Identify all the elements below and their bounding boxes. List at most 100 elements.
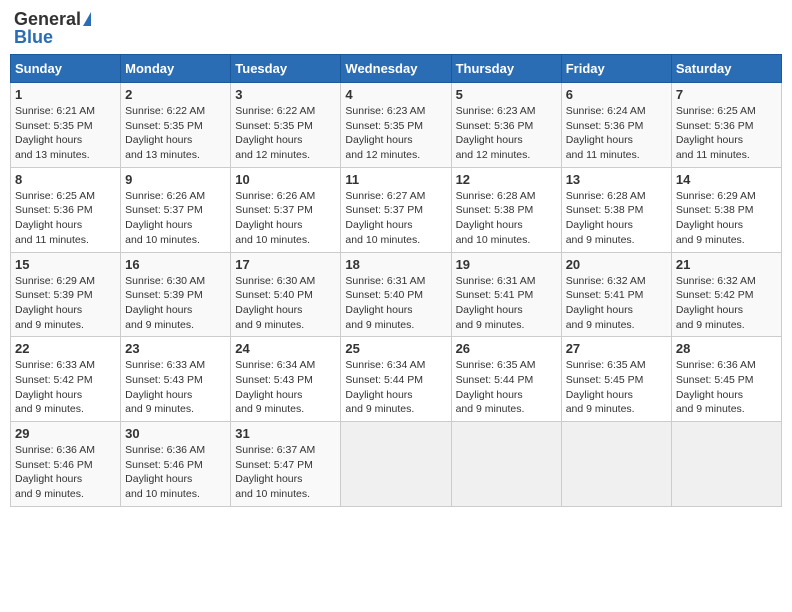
calendar-cell: 19 Sunrise: 6:31 AM Sunset: 5:41 PM Dayl… [451,252,561,337]
calendar-cell: 31 Sunrise: 6:37 AM Sunset: 5:47 PM Dayl… [231,422,341,507]
calendar-cell [341,422,451,507]
calendar-cell: 16 Sunrise: 6:30 AM Sunset: 5:39 PM Dayl… [121,252,231,337]
day-number: 15 [15,257,116,272]
day-number: 6 [566,87,667,102]
calendar-cell: 26 Sunrise: 6:35 AM Sunset: 5:44 PM Dayl… [451,337,561,422]
day-detail: Sunrise: 6:25 AM Sunset: 5:36 PM Dayligh… [676,104,777,163]
day-number: 10 [235,172,336,187]
logo: General Blue [14,10,91,46]
day-number: 25 [345,341,446,356]
day-number: 16 [125,257,226,272]
calendar-cell: 11 Sunrise: 6:27 AM Sunset: 5:37 PM Dayl… [341,167,451,252]
day-number: 8 [15,172,116,187]
weekday-header-saturday: Saturday [671,55,781,83]
day-number: 13 [566,172,667,187]
day-number: 19 [456,257,557,272]
logo-general-text: General [14,10,81,28]
day-detail: Sunrise: 6:32 AM Sunset: 5:41 PM Dayligh… [566,274,667,333]
day-number: 20 [566,257,667,272]
day-number: 14 [676,172,777,187]
calendar-cell: 30 Sunrise: 6:36 AM Sunset: 5:46 PM Dayl… [121,422,231,507]
day-number: 18 [345,257,446,272]
day-detail: Sunrise: 6:34 AM Sunset: 5:44 PM Dayligh… [345,358,446,417]
day-number: 12 [456,172,557,187]
calendar-cell: 18 Sunrise: 6:31 AM Sunset: 5:40 PM Dayl… [341,252,451,337]
day-number: 28 [676,341,777,356]
calendar-cell: 3 Sunrise: 6:22 AM Sunset: 5:35 PM Dayli… [231,83,341,168]
weekday-header-sunday: Sunday [11,55,121,83]
calendar-table: SundayMondayTuesdayWednesdayThursdayFrid… [10,54,782,507]
calendar-cell [671,422,781,507]
day-detail: Sunrise: 6:33 AM Sunset: 5:42 PM Dayligh… [15,358,116,417]
day-number: 29 [15,426,116,441]
day-detail: Sunrise: 6:22 AM Sunset: 5:35 PM Dayligh… [125,104,226,163]
calendar-cell: 13 Sunrise: 6:28 AM Sunset: 5:38 PM Dayl… [561,167,671,252]
day-number: 4 [345,87,446,102]
day-number: 24 [235,341,336,356]
day-number: 2 [125,87,226,102]
calendar-cell: 20 Sunrise: 6:32 AM Sunset: 5:41 PM Dayl… [561,252,671,337]
day-detail: Sunrise: 6:30 AM Sunset: 5:40 PM Dayligh… [235,274,336,333]
day-detail: Sunrise: 6:26 AM Sunset: 5:37 PM Dayligh… [125,189,226,248]
day-number: 31 [235,426,336,441]
calendar-cell: 7 Sunrise: 6:25 AM Sunset: 5:36 PM Dayli… [671,83,781,168]
calendar-cell: 22 Sunrise: 6:33 AM Sunset: 5:42 PM Dayl… [11,337,121,422]
calendar-cell: 4 Sunrise: 6:23 AM Sunset: 5:35 PM Dayli… [341,83,451,168]
day-detail: Sunrise: 6:23 AM Sunset: 5:36 PM Dayligh… [456,104,557,163]
weekday-header-thursday: Thursday [451,55,561,83]
day-detail: Sunrise: 6:25 AM Sunset: 5:36 PM Dayligh… [15,189,116,248]
calendar-cell: 10 Sunrise: 6:26 AM Sunset: 5:37 PM Dayl… [231,167,341,252]
day-number: 30 [125,426,226,441]
day-detail: Sunrise: 6:36 AM Sunset: 5:46 PM Dayligh… [125,443,226,502]
day-detail: Sunrise: 6:33 AM Sunset: 5:43 PM Dayligh… [125,358,226,417]
calendar-cell: 12 Sunrise: 6:28 AM Sunset: 5:38 PM Dayl… [451,167,561,252]
calendar-cell: 25 Sunrise: 6:34 AM Sunset: 5:44 PM Dayl… [341,337,451,422]
day-detail: Sunrise: 6:35 AM Sunset: 5:45 PM Dayligh… [566,358,667,417]
day-detail: Sunrise: 6:36 AM Sunset: 5:45 PM Dayligh… [676,358,777,417]
day-detail: Sunrise: 6:28 AM Sunset: 5:38 PM Dayligh… [566,189,667,248]
day-detail: Sunrise: 6:29 AM Sunset: 5:38 PM Dayligh… [676,189,777,248]
day-detail: Sunrise: 6:31 AM Sunset: 5:40 PM Dayligh… [345,274,446,333]
calendar-cell: 1 Sunrise: 6:21 AM Sunset: 5:35 PM Dayli… [11,83,121,168]
day-number: 22 [15,341,116,356]
calendar-cell: 15 Sunrise: 6:29 AM Sunset: 5:39 PM Dayl… [11,252,121,337]
page-header: General Blue [10,10,782,46]
day-number: 1 [15,87,116,102]
day-detail: Sunrise: 6:24 AM Sunset: 5:36 PM Dayligh… [566,104,667,163]
logo-blue-text: Blue [14,28,53,46]
day-detail: Sunrise: 6:28 AM Sunset: 5:38 PM Dayligh… [456,189,557,248]
day-number: 9 [125,172,226,187]
day-detail: Sunrise: 6:31 AM Sunset: 5:41 PM Dayligh… [456,274,557,333]
day-detail: Sunrise: 6:21 AM Sunset: 5:35 PM Dayligh… [15,104,116,163]
calendar-cell: 21 Sunrise: 6:32 AM Sunset: 5:42 PM Dayl… [671,252,781,337]
weekday-header-wednesday: Wednesday [341,55,451,83]
calendar-cell: 27 Sunrise: 6:35 AM Sunset: 5:45 PM Dayl… [561,337,671,422]
day-number: 3 [235,87,336,102]
logo-icon [83,12,91,26]
day-detail: Sunrise: 6:36 AM Sunset: 5:46 PM Dayligh… [15,443,116,502]
day-detail: Sunrise: 6:29 AM Sunset: 5:39 PM Dayligh… [15,274,116,333]
day-detail: Sunrise: 6:27 AM Sunset: 5:37 PM Dayligh… [345,189,446,248]
weekday-header-monday: Monday [121,55,231,83]
calendar-cell: 2 Sunrise: 6:22 AM Sunset: 5:35 PM Dayli… [121,83,231,168]
weekday-header-friday: Friday [561,55,671,83]
calendar-cell: 6 Sunrise: 6:24 AM Sunset: 5:36 PM Dayli… [561,83,671,168]
day-detail: Sunrise: 6:30 AM Sunset: 5:39 PM Dayligh… [125,274,226,333]
day-number: 23 [125,341,226,356]
calendar-cell: 5 Sunrise: 6:23 AM Sunset: 5:36 PM Dayli… [451,83,561,168]
day-detail: Sunrise: 6:22 AM Sunset: 5:35 PM Dayligh… [235,104,336,163]
day-number: 11 [345,172,446,187]
day-number: 26 [456,341,557,356]
day-detail: Sunrise: 6:32 AM Sunset: 5:42 PM Dayligh… [676,274,777,333]
day-number: 5 [456,87,557,102]
calendar-cell [451,422,561,507]
day-number: 21 [676,257,777,272]
day-detail: Sunrise: 6:34 AM Sunset: 5:43 PM Dayligh… [235,358,336,417]
day-number: 17 [235,257,336,272]
calendar-cell: 17 Sunrise: 6:30 AM Sunset: 5:40 PM Dayl… [231,252,341,337]
day-detail: Sunrise: 6:35 AM Sunset: 5:44 PM Dayligh… [456,358,557,417]
calendar-cell: 29 Sunrise: 6:36 AM Sunset: 5:46 PM Dayl… [11,422,121,507]
day-number: 7 [676,87,777,102]
weekday-header-tuesday: Tuesday [231,55,341,83]
calendar-cell: 23 Sunrise: 6:33 AM Sunset: 5:43 PM Dayl… [121,337,231,422]
